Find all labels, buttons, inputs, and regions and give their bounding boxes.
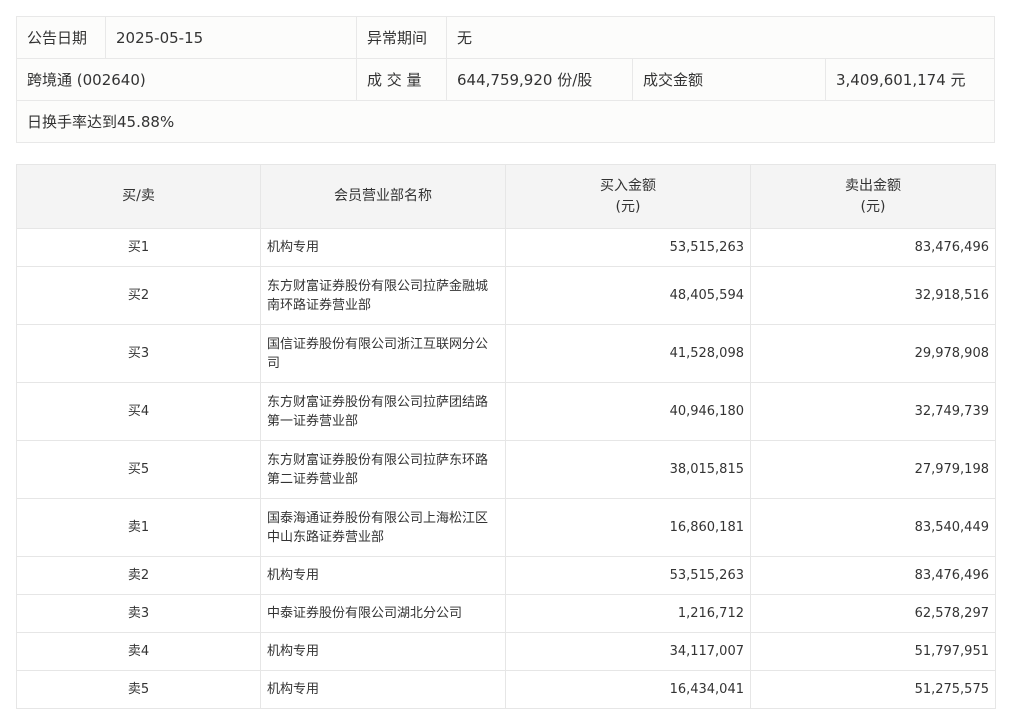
row-sell-amount: 83,476,496 xyxy=(750,228,996,267)
anomaly-value: 无 xyxy=(445,16,996,59)
header-buy-unit: (元) xyxy=(615,198,641,215)
row-buy-amount: 38,015,815 xyxy=(505,440,751,499)
row-sell-amount: 51,797,951 xyxy=(750,632,996,671)
table-row: 买5 东方财富证券股份有限公司拉萨东环路第二证券营业部 38,015,815 2… xyxy=(16,440,996,499)
table-row: 卖2 机构专用 53,515,263 83,476,496 xyxy=(16,556,996,595)
row-branch-name: 东方财富证券股份有限公司拉萨东环路第二证券营业部 xyxy=(260,440,506,499)
header-sell-unit: (元) xyxy=(860,198,886,215)
info-row-volume: 跨境通 (002640) 成 交 量 644,759,920 份/股 成交金额 … xyxy=(16,58,996,101)
table-row: 卖1 国泰海通证券股份有限公司上海松江区中山东路证券营业部 16,860,181… xyxy=(16,498,996,557)
row-branch-name: 机构专用 xyxy=(260,228,506,267)
row-branch-name: 东方财富证券股份有限公司拉萨团结路第一证券营业部 xyxy=(260,382,506,441)
amount-label: 成交金额 xyxy=(632,58,826,101)
stock-name: 跨境通 (002640) xyxy=(16,58,357,101)
table-row: 买4 东方财富证券股份有限公司拉萨团结路第一证券营业部 40,946,180 3… xyxy=(16,382,996,441)
row-side: 买5 xyxy=(16,440,261,499)
row-sell-amount: 29,978,908 xyxy=(750,324,996,383)
table-row: 买2 东方财富证券股份有限公司拉萨金融城南环路证券营业部 48,405,594 … xyxy=(16,266,996,325)
header-buy-amount: 买入金额 (元) xyxy=(505,164,751,229)
row-buy-amount: 34,117,007 xyxy=(505,632,751,671)
row-side: 买2 xyxy=(16,266,261,325)
volume-value: 644,759,920 份/股 xyxy=(446,58,633,101)
table-row: 卖4 机构专用 34,117,007 51,797,951 xyxy=(16,632,996,671)
row-buy-amount: 40,946,180 xyxy=(505,382,751,441)
header-side: 买/卖 xyxy=(16,164,261,229)
header-sell-title: 卖出金额 xyxy=(845,177,901,194)
trading-seats-table: 买/卖 会员营业部名称 买入金额 (元) 卖出金额 (元) 买1 机构专用 53,5… xyxy=(16,164,996,709)
row-sell-amount: 83,540,449 xyxy=(750,498,996,557)
row-side: 卖4 xyxy=(16,632,261,671)
row-branch-name: 机构专用 xyxy=(260,632,506,671)
row-buy-amount: 53,515,263 xyxy=(505,556,751,595)
row-buy-amount: 53,515,263 xyxy=(505,228,751,267)
row-side: 卖3 xyxy=(16,594,261,633)
table-header-row: 买/卖 会员营业部名称 买入金额 (元) 卖出金额 (元) xyxy=(16,164,996,229)
row-branch-name: 机构专用 xyxy=(260,556,506,595)
header-branch-name: 会员营业部名称 xyxy=(260,164,506,229)
row-side: 卖1 xyxy=(16,498,261,557)
row-buy-amount: 16,434,041 xyxy=(505,670,751,709)
amount-value: 3,409,601,174 元 xyxy=(824,58,996,101)
announcement-info-table: 公告日期 2025-05-15 异常期间 无 跨境通 (002640) 成 交 … xyxy=(15,16,996,143)
row-buy-amount: 16,860,181 xyxy=(505,498,751,557)
row-side: 买1 xyxy=(16,228,261,267)
date-label: 公告日期 xyxy=(16,16,106,59)
table-row: 买3 国信证券股份有限公司浙江互联网分公司 41,528,098 29,978,… xyxy=(16,324,996,383)
table-row: 买1 机构专用 53,515,263 83,476,496 xyxy=(16,228,996,267)
row-buy-amount: 41,528,098 xyxy=(505,324,751,383)
row-branch-name: 机构专用 xyxy=(260,670,506,709)
header-sell-amount: 卖出金额 (元) xyxy=(750,164,996,229)
row-sell-amount: 32,918,516 xyxy=(750,266,996,325)
row-branch-name: 中泰证券股份有限公司湖北分公司 xyxy=(260,594,506,633)
row-sell-amount: 32,749,739 xyxy=(750,382,996,441)
row-buy-amount: 48,405,594 xyxy=(505,266,751,325)
anomaly-label: 异常期间 xyxy=(356,16,447,59)
info-row-date: 公告日期 2025-05-15 异常期间 无 xyxy=(16,16,996,59)
row-sell-amount: 51,275,575 xyxy=(750,670,996,709)
row-side: 卖5 xyxy=(16,670,261,709)
volume-label: 成 交 量 xyxy=(356,58,447,101)
row-sell-amount: 27,979,198 xyxy=(750,440,996,499)
date-value: 2025-05-15 xyxy=(105,16,357,59)
header-buy-title: 买入金额 xyxy=(600,177,656,194)
turnover-note: 日换手率达到45.88% xyxy=(15,100,996,143)
row-side: 买4 xyxy=(16,382,261,441)
row-side: 卖2 xyxy=(16,556,261,595)
row-branch-name: 国信证券股份有限公司浙江互联网分公司 xyxy=(260,324,506,383)
row-sell-amount: 83,476,496 xyxy=(750,556,996,595)
row-branch-name: 国泰海通证券股份有限公司上海松江区中山东路证券营业部 xyxy=(260,498,506,557)
row-sell-amount: 62,578,297 xyxy=(750,594,996,633)
row-buy-amount: 1,216,712 xyxy=(505,594,751,633)
row-side: 买3 xyxy=(16,324,261,383)
table-row: 卖3 中泰证券股份有限公司湖北分公司 1,216,712 62,578,297 xyxy=(16,594,996,633)
table-row: 卖5 机构专用 16,434,041 51,275,575 xyxy=(16,670,996,709)
info-row-note: 日换手率达到45.88% xyxy=(15,100,996,143)
row-branch-name: 东方财富证券股份有限公司拉萨金融城南环路证券营业部 xyxy=(260,266,506,325)
